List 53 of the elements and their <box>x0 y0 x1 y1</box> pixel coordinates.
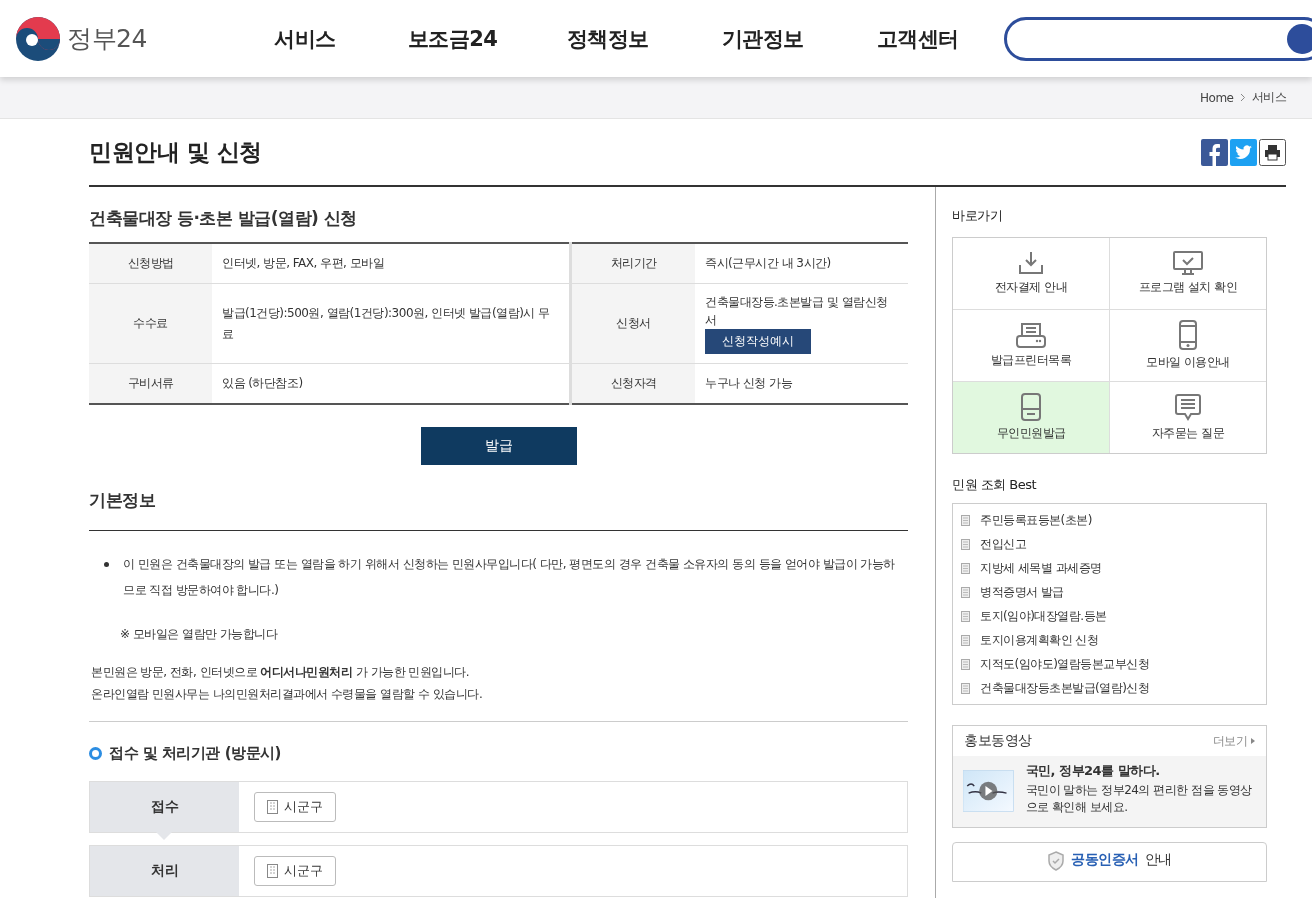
video-description: 국민이 말하는 정부24의 편리한 점을 동영상으로 확인해 보세요. <box>1025 782 1253 816</box>
nav-item[interactable]: 기관정보 <box>685 24 840 53</box>
card-title: 홍보동영상 <box>964 732 1032 750</box>
best-item-link[interactable]: 전입신고 <box>980 535 1026 553</box>
more-link[interactable]: 더보기 <box>1212 732 1255 750</box>
table-header-cell: 수수료 <box>89 283 212 364</box>
shortcut-tile[interactable]: 무인민원발급 <box>953 382 1109 453</box>
breadcrumb-link[interactable]: 서비스 <box>1251 89 1286 106</box>
table-cell-text: 건축물대장등.초본발급 및 열람신청서 <box>705 294 889 329</box>
description-text: 온라인열람 민원사무는 나의민원처리결과에서 수령물을 열람할 수 있습니다. <box>91 686 484 703</box>
nav-item[interactable]: 보조금24 <box>375 24 530 53</box>
office-button[interactable]: 시군구 <box>254 856 336 886</box>
nav-item[interactable]: 정책정보 <box>530 24 685 53</box>
nav-item[interactable]: 고객센터 <box>840 24 995 53</box>
table-cell: 누구나 신청 가능 <box>695 363 908 404</box>
nav-item[interactable]: 서비스 <box>245 24 365 53</box>
best-item-link[interactable]: 건축물대장등초본발급(열람)신청 <box>980 679 1150 697</box>
section-heading: 건축물대장 등·초본 발급(열람) 신청 <box>89 207 358 230</box>
section-heading: 기본정보 <box>89 489 908 531</box>
description-text: 이 민원은 건축물대장의 발급 또는 열람을 하기 위해서 신청하는 민원사무입니다( 다만, 평면도의 경우 건축물 소유자의 동의 등을 얻어야 발급이 가능하므로 직접 방문하여야 합니다.) <box>123 556 896 599</box>
table-cell: 즉시(근무시간 내 3시간) <box>695 243 908 284</box>
agency-label: 처리 <box>90 846 239 896</box>
issue-button[interactable]: 발급 <box>420 427 577 465</box>
best-item-link[interactable]: 주민등록표등본(초본) <box>980 511 1092 529</box>
shortcut-tile[interactable]: 프로그램 설치 확인 <box>1110 238 1266 309</box>
description-text: 본민원은 방문, 전화, 인터넷으로 어디서나민원처리 가 가능한 민원입니다. <box>91 664 471 681</box>
best-item-link[interactable]: 지적도(임야도)열람등본교부신청 <box>980 655 1150 673</box>
best-item-link[interactable]: 지방세 세목별 과세증명 <box>980 559 1102 577</box>
table-header-cell: 신청방법 <box>89 243 212 284</box>
best-item-link[interactable]: 토지(임야)대장열람.등본 <box>980 607 1107 625</box>
shortcut-tile[interactable]: 자주묻는 질문 <box>1110 382 1266 453</box>
table-header-cell: 구비서류 <box>89 363 212 404</box>
best-item-link[interactable]: 병적증명서 발급 <box>980 583 1064 601</box>
office-button[interactable]: 시군구 <box>254 792 336 822</box>
table-header-cell: 신청자격 <box>570 363 696 404</box>
sidebar-heading: 민원 조회 Best <box>952 476 1038 494</box>
section-heading: 접수 및 처리기관 (방문시) <box>109 744 281 763</box>
logo-text[interactable]: 정부24 <box>67 22 147 55</box>
table-header-cell: 신청서 <box>570 283 696 364</box>
shortcut-tile[interactable]: 모바일 이용안내 <box>1110 310 1266 381</box>
shortcut-tile[interactable]: 발급프린터목록 <box>953 310 1109 381</box>
table-header-cell: 처리기간 <box>570 243 696 284</box>
certificate-link[interactable]: 공동인증서 <box>1071 851 1139 869</box>
certificate-banner[interactable]: 공동인증서 안내 <box>952 842 1267 882</box>
shortcut-tile[interactable]: 전자결제 안내 <box>953 238 1109 309</box>
video-headline[interactable]: 국민, 정부24를 말하다. <box>1025 762 1256 780</box>
breadcrumb-link[interactable]: Home <box>1200 90 1234 105</box>
best-item-link[interactable]: 토지이용계획확인 신청 <box>980 631 1099 649</box>
page-title: 민원안내 및 신청 <box>89 137 262 167</box>
certificate-label: 안내 <box>1144 851 1172 869</box>
note-text: ※ 모바일은 열람만 가능합니다 <box>120 626 279 643</box>
example-button[interactable]: 신청작성예시 <box>705 329 812 354</box>
sidebar-heading: 바로가기 <box>952 207 1003 225</box>
